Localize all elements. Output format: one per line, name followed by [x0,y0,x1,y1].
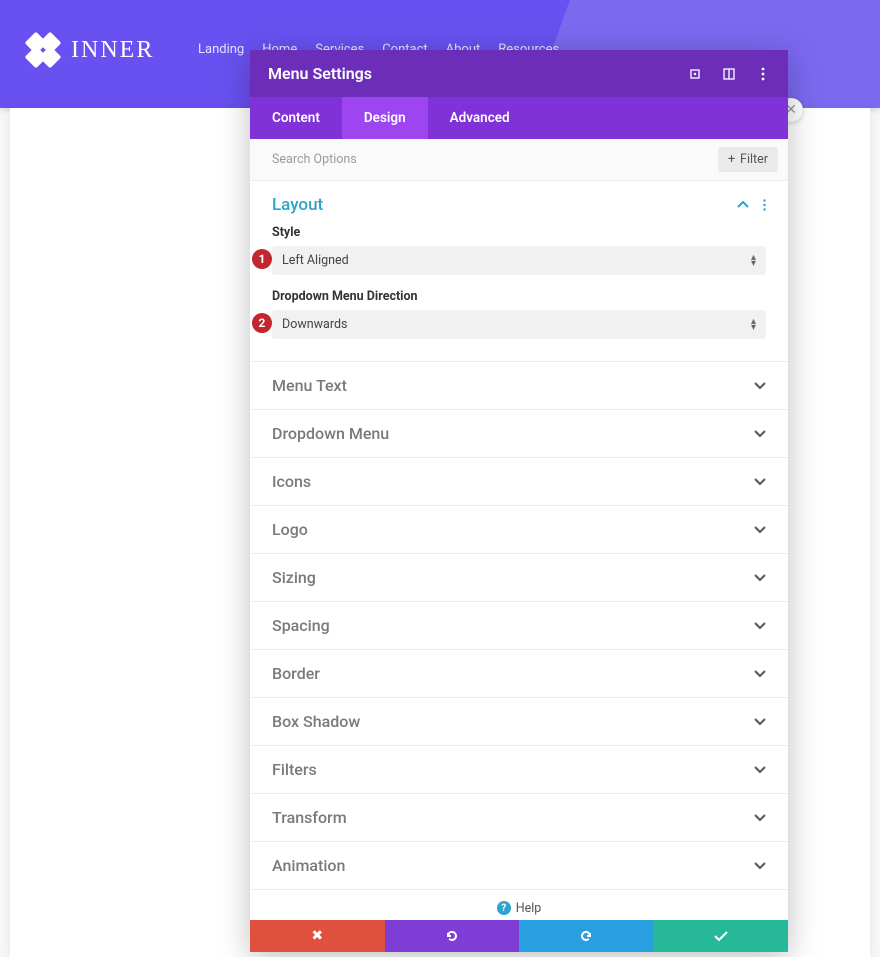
chevron-down-icon [754,622,766,630]
section-row[interactable]: Dropdown Menu [250,410,788,458]
annotation-badge-1: 1 [252,249,272,269]
undo-icon [444,928,460,944]
select-caret-icon: ▴▾ [751,255,756,267]
section-row[interactable]: Filters [250,746,788,794]
dropdown-direction-select[interactable]: Downwards ▴▾ [272,310,766,339]
select-caret-icon: ▴▾ [751,319,756,331]
tab-advanced[interactable]: Advanced [428,97,532,139]
close-icon: ✖ [311,928,323,944]
settings-modal: Menu Settings Content Design Advanced Se… [250,50,788,952]
section-row[interactable]: Spacing [250,602,788,650]
undo-button[interactable] [385,920,520,952]
chevron-down-icon [754,814,766,822]
chevron-down-icon [754,862,766,870]
section-row[interactable]: Box Shadow [250,698,788,746]
section-layout-title[interactable]: Layout [272,195,323,215]
chevron-up-icon[interactable] [737,201,749,209]
section-row[interactable]: Menu Text [250,362,788,410]
brand-name: INNER [71,37,154,64]
kebab-menu-icon[interactable] [756,67,770,81]
chevron-down-icon [754,478,766,486]
plus-icon: + [728,152,735,167]
section-row-title: Icons [272,472,311,491]
style-select[interactable]: Left Aligned ▴▾ [272,246,766,275]
brand-logo-icon [18,25,69,76]
modal-tabs: Content Design Advanced [250,97,788,139]
kebab-menu-icon[interactable] [763,199,766,211]
help-row[interactable]: ? Help [250,890,788,920]
filter-label: Filter [740,152,768,167]
section-row-title: Border [272,664,320,683]
nav-item[interactable]: Landing [198,42,244,57]
section-row[interactable]: Icons [250,458,788,506]
section-row-title: Animation [272,856,345,875]
search-input[interactable]: Search Options [272,152,357,167]
redo-button[interactable] [519,920,654,952]
chevron-down-icon [754,670,766,678]
section-row-title: Dropdown Menu [272,424,389,443]
section-layout: Layout Style 1 Left Aligned ▴▾ Dropdown … [250,181,788,362]
section-row-title: Logo [272,520,308,539]
section-row-title: Filters [272,760,317,779]
tab-content[interactable]: Content [250,97,342,139]
section-row-title: Menu Text [272,376,347,395]
dropdown-direction-label: Dropdown Menu Direction [272,289,766,304]
chevron-down-icon [754,430,766,438]
save-button[interactable] [654,920,789,952]
style-label: Style [272,225,766,240]
section-row[interactable]: Animation [250,842,788,890]
style-value: Left Aligned [282,253,349,268]
redo-icon [578,928,594,944]
expand-icon[interactable] [688,67,702,81]
chevron-down-icon [754,574,766,582]
section-row-title: Sizing [272,568,316,587]
section-row-title: Transform [272,808,347,827]
help-icon: ? [497,901,511,915]
cancel-button[interactable]: ✖ [250,920,385,952]
section-row[interactable]: Transform [250,794,788,842]
chevron-down-icon [754,718,766,726]
section-row-title: Box Shadow [272,712,360,731]
search-row: Search Options + Filter [250,139,788,181]
section-row[interactable]: Border [250,650,788,698]
modal-header: Menu Settings [250,50,788,97]
tab-design[interactable]: Design [342,97,428,139]
help-label: Help [516,901,542,916]
check-icon [713,930,729,942]
annotation-badge-2: 2 [252,313,272,333]
modal-title: Menu Settings [268,64,372,83]
filter-button[interactable]: + Filter [718,147,778,172]
chevron-down-icon [754,382,766,390]
section-row[interactable]: Logo [250,506,788,554]
section-row[interactable]: Sizing [250,554,788,602]
panel-icon[interactable] [722,67,736,81]
chevron-down-icon [754,766,766,774]
brand: INNER [25,32,154,68]
chevron-down-icon [754,526,766,534]
action-bar: ✖ [250,920,788,952]
section-row-title: Spacing [272,616,330,635]
dropdown-direction-value: Downwards [282,317,347,332]
